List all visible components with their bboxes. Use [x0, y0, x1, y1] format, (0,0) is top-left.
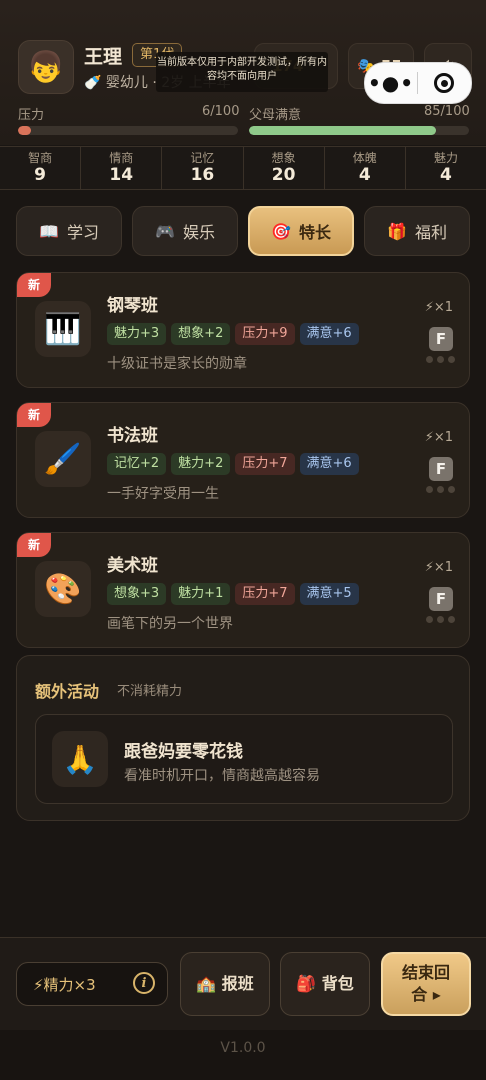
- effect-tag: 魅力+3: [107, 323, 167, 345]
- course-card-piano[interactable]: 新 🎹 钢琴班 魅力+3 想象+2 压力+9 满意+6 十级证书是家长的勋章 ⚡…: [16, 272, 470, 388]
- activity-desc: 看准时机开口，情商越高越容易: [124, 768, 320, 784]
- enroll-button[interactable]: 🏫 报班: [180, 952, 270, 1016]
- pray-hands-icon: 🙏: [52, 731, 108, 787]
- palette-icon: 🎨: [35, 561, 91, 617]
- player-name: 王理: [84, 46, 123, 68]
- course-desc: 画笔下的另一个世界: [107, 616, 233, 632]
- course-card-calligraphy[interactable]: 新 🖌️ 书法班 记忆+2 魅力+2 压力+7 满意+6 一手好字受用一生 ⚡×…: [16, 402, 470, 518]
- new-badge: 新: [17, 403, 51, 427]
- stress-value: 6/100: [202, 104, 240, 119]
- progress-dots: [426, 616, 455, 623]
- energy-cost: ⚡×1: [424, 430, 453, 445]
- extra-activities-panel: 额外活动 不消耗精力 🙏 跟爸妈要零花钱 看准时机开口，情商越高越容易: [16, 655, 470, 821]
- satisfaction-bar: [249, 126, 469, 135]
- stress-bar: [18, 126, 238, 135]
- new-badge: 新: [17, 533, 51, 557]
- tab-talent[interactable]: 🎯 特长: [248, 206, 354, 256]
- effect-tag: 魅力+2: [171, 453, 231, 475]
- attribute-stats: 智商 9 情商 14 记忆 16 想象 20 体魄 4 魅力 4: [0, 146, 486, 190]
- energy-cost: ⚡×1: [424, 560, 453, 575]
- stress-bar-fill: [18, 126, 32, 135]
- effect-tag: 魅力+1: [171, 583, 231, 605]
- pocket-money-activity[interactable]: 🙏 跟爸妈要零花钱 看准时机开口，情商越高越容易: [35, 714, 453, 804]
- energy-display: ⚡精力×3 i: [16, 962, 168, 1006]
- gamepad-icon: 🎮: [155, 221, 175, 241]
- bag-button[interactable]: 🎒 背包: [280, 952, 370, 1016]
- course-title: 钢琴班: [107, 296, 158, 316]
- new-badge: 新: [17, 273, 51, 297]
- book-icon: 📖: [39, 221, 59, 241]
- effect-tag: 压力+7: [235, 583, 295, 605]
- effect-tag: 记忆+2: [107, 453, 167, 475]
- tab-study[interactable]: 📖 学习: [16, 206, 122, 256]
- end-turn-button[interactable]: 结束回合 ▸: [381, 952, 471, 1016]
- effect-tag: 想象+3: [107, 583, 167, 605]
- grade-badge: F: [429, 457, 453, 481]
- piano-icon: 🎹: [35, 301, 91, 357]
- satisfaction-label: 父母满意: [249, 108, 302, 123]
- course-title: 美术班: [107, 556, 158, 576]
- stat-memory: 记忆 16: [162, 147, 244, 189]
- course-effects: 记忆+2 魅力+2 压力+7 满意+6: [107, 453, 359, 475]
- tab-welfare[interactable]: 🎁 福利: [364, 206, 470, 256]
- extra-subheading: 不消耗精力: [117, 684, 183, 699]
- satisfaction-value: 85/100: [424, 104, 470, 119]
- course-desc: 十级证书是家长的勋章: [107, 356, 247, 372]
- stat-imagination: 想象 20: [244, 147, 325, 189]
- bottom-action-bar: ⚡精力×3 i 🏫 报班 🎒 背包 结束回合 ▸: [0, 937, 486, 1030]
- tab-entertainment[interactable]: 🎮 娱乐: [132, 206, 238, 256]
- target-icon: 🎯: [271, 221, 291, 241]
- stat-physique: 体魄 4: [325, 147, 406, 189]
- progress-dots: [426, 356, 455, 363]
- effect-tag: 满意+6: [299, 453, 359, 475]
- gift-icon: 🎁: [387, 221, 407, 241]
- effect-tag: 压力+9: [235, 323, 295, 345]
- energy-cost: ⚡×1: [424, 300, 453, 315]
- course-effects: 魅力+3 想象+2 压力+9 满意+6: [107, 323, 359, 345]
- stat-eq: 情商 14: [81, 147, 163, 189]
- course-title: 书法班: [107, 426, 158, 446]
- effect-tag: 满意+6: [299, 323, 359, 345]
- energy-count: ⚡精力×3: [33, 976, 96, 994]
- grade-badge: F: [429, 587, 453, 611]
- extra-heading: 额外活动: [35, 682, 100, 701]
- satisfaction-bar-fill: [249, 126, 436, 135]
- version-label: V1.0.0: [0, 1030, 486, 1080]
- grade-badge: F: [429, 327, 453, 351]
- activity-tabs: 📖 学习 🎮 娱乐 🎯 特长 🎁 福利: [16, 206, 472, 258]
- effect-tag: 满意+5: [299, 583, 359, 605]
- paintbrush-icon: 🖌️: [35, 431, 91, 487]
- effect-tag: 压力+7: [235, 453, 295, 475]
- activity-title: 跟爸妈要零花钱: [124, 742, 243, 762]
- avatar[interactable]: 👦: [18, 40, 74, 94]
- stress-label: 压力: [18, 108, 45, 123]
- progress-dots: [426, 486, 455, 493]
- stat-charm: 魅力 4: [433, 151, 458, 185]
- course-effects: 想象+3 魅力+1 压力+7 满意+5: [107, 583, 359, 605]
- stat-iq: 智商 9: [0, 147, 82, 189]
- course-desc: 一手好字受用一生: [107, 486, 219, 502]
- more-menu-icon[interactable]: •●•: [365, 71, 417, 95]
- dev-notice: 当前版本仅用于内部开发测试，所有内容均不面向用户: [156, 52, 328, 92]
- info-icon[interactable]: i: [133, 972, 155, 994]
- course-card-art[interactable]: 新 🎨 美术班 想象+3 魅力+1 压力+7 满意+5 画笔下的另一个世界 ⚡×…: [16, 532, 470, 648]
- miniprogram-capsule[interactable]: •●•: [364, 62, 472, 104]
- effect-tag: 想象+2: [171, 323, 231, 345]
- target-close-icon: [434, 73, 454, 93]
- close-miniprogram-button[interactable]: [418, 73, 470, 93]
